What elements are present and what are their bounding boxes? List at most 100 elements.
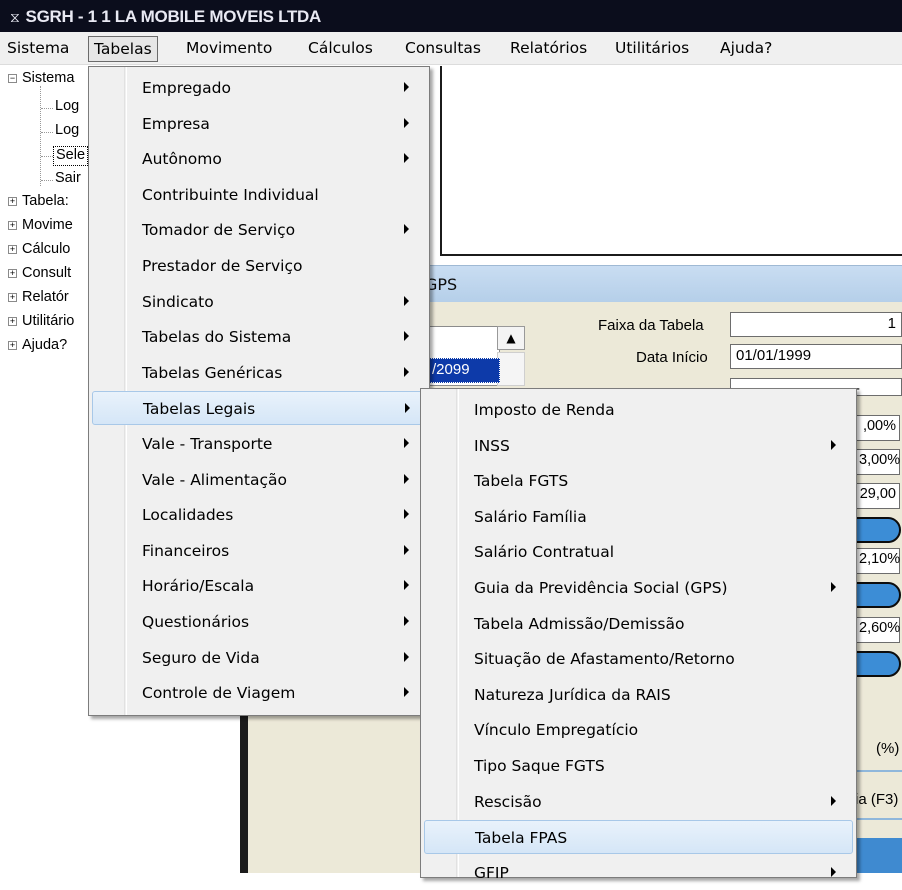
menu-tabelas[interactable]: Tabelas xyxy=(88,36,158,62)
menu-item-sindicato[interactable]: Sindicato xyxy=(92,285,426,319)
menu-item-empregado[interactable]: Empregado xyxy=(92,71,426,105)
menu-item-empresa[interactable]: Empresa xyxy=(92,107,426,141)
pct-field[interactable]: 29,00 xyxy=(855,483,900,509)
menu-relatorios[interactable]: Relatórios xyxy=(505,36,592,62)
collapse-icon[interactable]: − xyxy=(8,74,17,83)
data-inicio-field[interactable]: 01/01/1999 xyxy=(730,344,902,369)
menu-item-seguro-de-vida[interactable]: Seguro de Vida xyxy=(92,641,426,675)
expand-icon: + xyxy=(8,268,17,278)
menu-item-label: Tabelas Legais xyxy=(143,400,256,419)
menu-item-rescisao[interactable]: Rescisão xyxy=(424,785,853,819)
scrollbar-track[interactable] xyxy=(497,352,525,386)
menu-utilitarios[interactable]: Utilitários xyxy=(610,36,694,62)
pill-button[interactable] xyxy=(855,517,901,543)
submenu-arrow-icon xyxy=(404,544,409,555)
menu-item-localidades[interactable]: Localidades xyxy=(92,498,426,532)
menu-item-label: Tipo Saque FGTS xyxy=(474,757,605,775)
tabelas-legais-submenu: Imposto de Renda INSS Tabela FGTS Salário F… xyxy=(420,388,857,882)
menu-item-vale-alimentacao[interactable]: Vale - Alimentação xyxy=(92,463,426,497)
menu-item-label: Sindicato xyxy=(142,292,214,311)
menu-item-contribuinte-individual[interactable]: Contribuinte Individual xyxy=(92,178,426,212)
submenu-arrow-icon xyxy=(404,295,409,306)
menu-item-tomador-de-servico[interactable]: Tomador de Serviço xyxy=(92,213,426,247)
submenu-arrow-icon xyxy=(831,439,836,450)
tree-node-sistema[interactable]: − Sistema xyxy=(8,70,74,90)
menu-item-tabelas-do-sistema[interactable]: Tabelas do Sistema xyxy=(92,320,426,354)
menu-item-label: Tabelas do Sistema xyxy=(142,328,292,347)
submenu-arrow-icon xyxy=(404,509,409,520)
menu-item-label: Autônomo xyxy=(142,150,222,169)
menu-sistema[interactable]: Sistema xyxy=(2,36,74,62)
menu-item-vinculo-empregaticio[interactable]: Vínculo Empregatício xyxy=(424,713,853,747)
tree-node[interactable]: + Ajuda? xyxy=(8,337,67,357)
menu-item-guia-da-previdencia-social-gps[interactable]: Guia da Previdência Social (GPS) xyxy=(424,571,853,605)
faixa-field[interactable]: 1 xyxy=(730,312,902,337)
menu-item-financeiros[interactable]: Financeiros xyxy=(92,534,426,568)
menu-item-label: Contribuinte Individual xyxy=(142,185,319,204)
tree-node[interactable]: + Movime xyxy=(8,217,73,237)
menu-item-label: Imposto de Renda xyxy=(474,401,615,419)
pct-header: (%) xyxy=(876,740,900,757)
tree-node[interactable]: + Utilitário xyxy=(8,313,74,333)
submenu-arrow-icon xyxy=(404,153,409,164)
menu-consultas[interactable]: Consultas xyxy=(400,36,486,62)
submenu-arrow-icon xyxy=(831,866,836,877)
menu-item-tabela-fgts[interactable]: Tabela FGTS xyxy=(424,464,853,498)
tree-child[interactable]: Log xyxy=(55,98,79,118)
background-panel xyxy=(440,66,902,256)
submenu-arrow-icon xyxy=(831,582,836,592)
menu-item-label: Vale - Alimentação xyxy=(142,470,287,489)
submenu-arrow-icon xyxy=(404,224,409,235)
pill-button[interactable] xyxy=(855,582,901,608)
f3-button[interactable]: ia (F3) xyxy=(855,791,898,808)
menu-item-imposto-de-renda[interactable]: Imposto de Renda xyxy=(424,393,853,427)
tree-child[interactable]: Log xyxy=(55,122,79,142)
pill-button[interactable] xyxy=(855,651,901,677)
faixa-label: Faixa da Tabela xyxy=(598,317,704,334)
menu-item-label: Tabelas Genéricas xyxy=(142,363,283,382)
menu-calculos[interactable]: Cálculos xyxy=(303,36,378,62)
menu-bar: Sistema Tabelas Movimento Cálculos Consu… xyxy=(0,32,902,65)
menu-ajuda[interactable]: Ajuda? xyxy=(715,36,777,62)
menu-item-label: Financeiros xyxy=(142,541,230,560)
menu-movimento[interactable]: Movimento xyxy=(181,36,277,62)
menu-item-autonomo[interactable]: Autônomo xyxy=(92,142,426,176)
pct-field[interactable]: ,00% xyxy=(855,415,900,441)
menu-item-controle-de-viagem[interactable]: Controle de Viagem xyxy=(92,676,426,710)
menu-item-prestador-de-servico[interactable]: Prestador de Serviço xyxy=(92,249,426,283)
menu-item-horario-escala[interactable]: Horário/Escala xyxy=(92,569,426,603)
list-selected-item[interactable]: /2099 xyxy=(428,358,500,383)
menu-item-tabelas-legais[interactable]: Tabelas Legais xyxy=(92,391,426,426)
menu-item-inss[interactable]: INSS xyxy=(424,429,853,463)
tree-node[interactable]: + Cálculo xyxy=(8,241,70,261)
app-icon[interactable]: ⧖ xyxy=(10,9,20,25)
menu-item-label: Tabela FGTS xyxy=(474,472,569,491)
menu-item-tabela-admissao-demissao[interactable]: Tabela Admissão/Demissão xyxy=(424,607,853,641)
tree-child[interactable]: Sair xyxy=(55,170,81,190)
menu-item-questionarios[interactable]: Questionários xyxy=(92,605,426,639)
menu-item-label: INSS xyxy=(474,436,510,455)
menu-item-vale-transporte[interactable]: Vale - Transporte xyxy=(92,427,426,461)
tree-node[interactable]: + Tabela: xyxy=(8,193,69,213)
menu-item-situacao-de-afastamento-retorno[interactable]: Situação de Afastamento/Retorno xyxy=(424,642,853,676)
tree-node[interactable]: + Relatór xyxy=(8,289,69,309)
pct-field[interactable]: 3,00% xyxy=(855,449,900,475)
menu-item-label: Localidades xyxy=(142,506,234,525)
pct-field[interactable]: 2,10% xyxy=(855,548,900,574)
menu-item-salario-contratual[interactable]: Salário Contratual xyxy=(424,535,853,569)
menu-item-natureza-juridica-da-rais[interactable]: Natureza Jurídica da RAIS xyxy=(424,678,853,712)
menu-item-label: Salário Contratual xyxy=(474,543,615,562)
menu-item-tipo-saque-fgts[interactable]: Tipo Saque FGTS xyxy=(424,749,853,783)
menu-item-tabela-fpas[interactable]: Tabela FPAS xyxy=(424,820,853,855)
menu-item-label: Tomador de Serviço xyxy=(142,221,296,240)
menu-item-label: Situação de Afastamento/Retorno xyxy=(474,650,735,669)
menu-item-label: Questionários xyxy=(142,613,250,631)
tree-node[interactable]: + Consult xyxy=(8,265,71,285)
pct-field[interactable]: 2,60% xyxy=(855,617,900,643)
menu-item-tabelas-genericas[interactable]: Tabelas Genéricas xyxy=(92,356,426,390)
scroll-up-icon[interactable]: ▲ xyxy=(497,326,525,350)
menu-item-label: Empregado xyxy=(142,79,231,97)
tree-child-selected[interactable]: Sele xyxy=(53,146,89,166)
menu-item-salario-familia[interactable]: Salário Família xyxy=(424,500,853,534)
submenu-arrow-icon xyxy=(404,82,409,92)
